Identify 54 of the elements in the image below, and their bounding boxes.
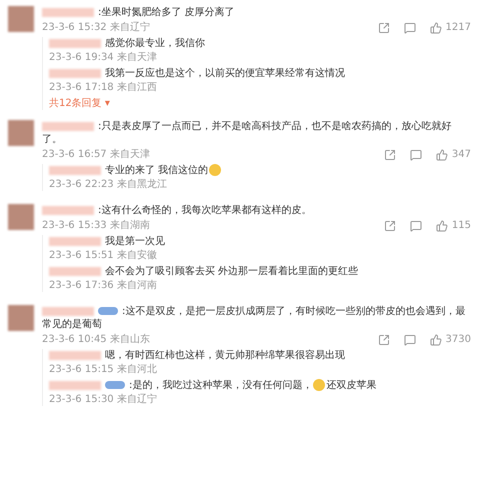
share-icon[interactable] <box>384 148 396 160</box>
reply-time: 23-3-6 19:34 来自天津 <box>49 51 158 64</box>
share-icon[interactable] <box>378 22 390 34</box>
blurred-avatar[interactable] <box>8 120 34 146</box>
blurred-username[interactable] <box>49 266 101 276</box>
blurred-username[interactable] <box>49 236 101 246</box>
like-button[interactable]: 347 <box>436 148 471 161</box>
comment-icon[interactable] <box>404 334 416 346</box>
blurred-username[interactable] <box>42 8 94 17</box>
blurred-avatar[interactable] <box>8 204 34 230</box>
reply-time: 23-3-6 22:23 来自黑龙江 <box>49 178 168 191</box>
comment-text: :这不是双皮，是把一层皮扒成两层了，有时候吃一些别的带皮的也会遇到，最常见的是葡萄 <box>42 305 466 331</box>
blurred-username[interactable] <box>49 350 101 360</box>
comment-time: 23-3-6 16:57 来自天津 <box>42 148 150 161</box>
reply-text: 我是第一次见 <box>49 235 471 248</box>
like-button[interactable]: 1217 <box>430 21 471 34</box>
blurred-avatar[interactable] <box>8 6 34 32</box>
comment-icon[interactable] <box>410 220 422 232</box>
share-icon[interactable] <box>378 334 390 346</box>
reply-text: 嗯，有时西红柿也这样，黄元帅那种绵苹果很容易出现 <box>49 349 471 362</box>
thumbs-up-icon <box>430 22 442 34</box>
blurred-username[interactable] <box>42 122 94 131</box>
comment-text: :这有什么奇怪的，我每次吃苹果都有这样的皮。 <box>42 204 471 217</box>
reply-text: 我第一反应也是这个，以前买的便宜苹果经常有这情况 <box>49 67 471 80</box>
comment-time: 23-3-6 10:45 来自山东 <box>42 333 150 346</box>
reply-text: :是的，我吃过这种苹果，没有任何问题， 还双皮苹果 <box>49 379 471 392</box>
thumbs-up-icon <box>436 148 448 160</box>
more-replies-link[interactable]: 共12条回复 ▾ <box>49 98 110 109</box>
blurred-username[interactable] <box>49 380 101 390</box>
comment-text: :只是表皮厚了一点而已，并不是啥高科技产品，也不是啥农药搞的，放心吃就好了。 <box>42 120 452 146</box>
thumbs-up-icon <box>430 334 442 346</box>
reply-time: 23-3-6 17:36 来自河南 <box>49 279 158 292</box>
comment-icon[interactable] <box>410 148 422 160</box>
blurred-username[interactable] <box>49 38 101 48</box>
share-icon[interactable] <box>384 220 396 232</box>
comment-time: 23-3-6 15:32 来自辽宁 <box>42 21 150 34</box>
blurred-username[interactable] <box>42 206 94 215</box>
like-button[interactable]: 3730 <box>430 333 471 346</box>
comment-text: :坐果时氮肥给多了 皮厚分离了 <box>42 6 471 19</box>
reply-time: 23-3-6 15:15 来自河北 <box>49 363 158 376</box>
reply-text: 专业的来了 我信这位的 <box>49 164 471 177</box>
thumbs-up-icon <box>436 220 448 232</box>
blurred-avatar[interactable] <box>8 305 34 331</box>
comment-time: 23-3-6 15:33 来自湖南 <box>42 219 150 232</box>
blurred-username[interactable] <box>42 306 94 316</box>
reply-time: 23-3-6 15:30 来自辽宁 <box>49 393 158 406</box>
reply-text: 感觉你最专业，我信你 <box>49 37 471 50</box>
reply-time: 23-3-6 17:18 来自江西 <box>49 81 158 94</box>
comment-icon[interactable] <box>404 22 416 34</box>
blurred-username[interactable] <box>49 166 101 175</box>
reply-time: 23-3-6 15:51 来自安徽 <box>49 249 158 262</box>
reply-text: 会不会为了吸引顾客去买 外边那一层看着比里面的更红些 <box>49 265 471 278</box>
like-button[interactable]: 115 <box>436 219 471 232</box>
blurred-username[interactable] <box>49 68 101 78</box>
